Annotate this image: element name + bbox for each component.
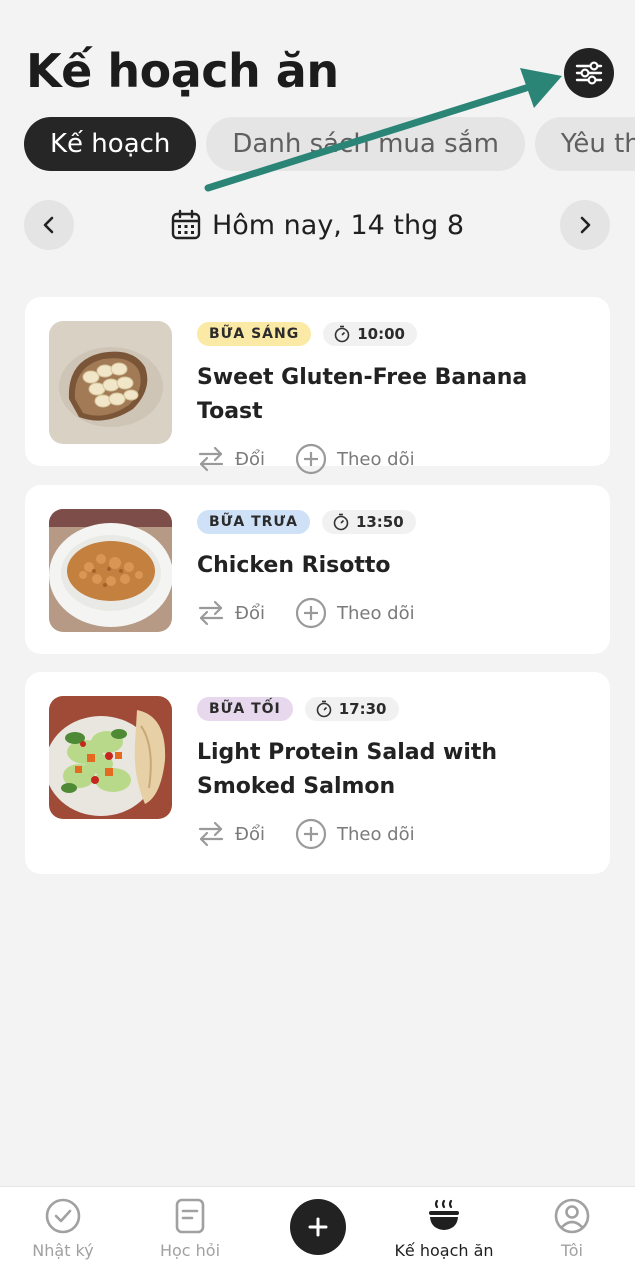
next-day-button[interactable] <box>560 200 610 250</box>
track-label: Theo dõi <box>336 602 415 624</box>
time-badge: 10:00 <box>323 322 417 346</box>
profile-icon <box>554 1198 590 1234</box>
bowl-icon <box>429 1199 459 1230</box>
swap-arrows-icon <box>198 600 224 626</box>
nav-item-diary[interactable]: Nhật ký <box>3 1197 123 1260</box>
plus-circle-icon <box>295 597 327 629</box>
track-button[interactable]: Theo dõi <box>295 443 415 475</box>
meal-card-lunch[interactable]: BỮA TRƯA 13:50 Chicken Risotto Đổi Theo … <box>25 485 610 654</box>
track-label: Theo dõi <box>336 823 415 845</box>
swap-label: Đổi <box>235 602 265 624</box>
document-icon <box>175 1198 205 1234</box>
date-navigator: Hôm nay, 14 thg 8 <box>24 200 610 250</box>
nav-label: Tôi <box>561 1241 583 1260</box>
meal-image-banana-toast <box>49 321 172 444</box>
swap-label: Đổi <box>235 823 265 845</box>
nav-item-profile[interactable]: Tôi <box>512 1197 632 1260</box>
swap-arrows-icon <box>198 821 224 847</box>
bottom-nav-bar: Nhật ký Học hỏi Kế hoạch ăn Tôi <box>0 1186 635 1280</box>
time-badge: 17:30 <box>304 697 399 721</box>
meal-tag: BỮA SÁNG <box>197 322 312 346</box>
nav-label: Kế hoạch ăn <box>394 1241 494 1260</box>
meal-time: 17:30 <box>338 700 387 718</box>
tab-plan[interactable]: Kế hoạch <box>24 117 197 171</box>
chevron-right-icon <box>580 216 591 234</box>
plus-icon <box>308 1217 328 1237</box>
meal-card-breakfast[interactable]: BỮA SÁNG 10:00 Sweet Gluten-Free Banana … <box>25 297 610 475</box>
tab-shopping-list[interactable]: Danh sách mua sắm <box>206 117 525 171</box>
meal-name[interactable]: Sweet Gluten-Free Banana Toast <box>197 361 590 429</box>
swap-arrows-icon <box>198 446 224 472</box>
nav-label: Nhật ký <box>32 1241 94 1260</box>
track-label: Theo dõi <box>336 448 415 470</box>
track-button[interactable]: Theo dõi <box>295 818 415 850</box>
meal-name[interactable]: Chicken Risotto <box>197 549 590 583</box>
meal-image-protein-salad <box>49 696 172 819</box>
sliders-icon <box>575 61 603 85</box>
plus-circle-icon <box>295 443 327 475</box>
track-button[interactable]: Theo dõi <box>295 597 415 629</box>
meal-image-chicken-risotto <box>49 509 172 632</box>
tab-favorites[interactable]: Yêu thí <box>534 117 635 171</box>
add-button[interactable] <box>290 1199 346 1255</box>
date-label: Hôm nay, 14 thg 8 <box>211 209 465 241</box>
nav-item-meal-plan[interactable]: Kế hoạch ăn <box>384 1197 504 1260</box>
time-badge: 13:50 <box>321 510 416 534</box>
nav-item-learn[interactable]: Học hỏi <box>130 1197 250 1260</box>
nav-label: Học hỏi <box>159 1241 221 1260</box>
plus-circle-icon <box>295 818 327 850</box>
stopwatch-icon <box>334 325 350 343</box>
meal-name[interactable]: Light Protein Salad with Smoked Salmon <box>197 736 590 804</box>
stopwatch-icon <box>333 513 349 531</box>
check-circle-icon <box>45 1198 81 1234</box>
date-label-group[interactable]: Hôm nay, 14 thg 8 <box>24 200 610 250</box>
meal-tag: BỮA TỐI <box>197 697 293 721</box>
meal-tag: BỮA TRƯA <box>197 510 310 534</box>
stopwatch-icon <box>316 700 332 718</box>
swap-label: Đổi <box>235 448 265 470</box>
swap-button[interactable]: Đổi <box>197 820 265 848</box>
swap-button[interactable]: Đổi <box>197 599 265 627</box>
filter-button[interactable] <box>564 48 614 98</box>
tab-bar: Kế hoạchDanh sách mua sắmYêu thí <box>24 117 635 173</box>
meal-time: 10:00 <box>357 325 405 343</box>
meal-card-dinner[interactable]: BỮA TỐI 17:30 Light Protein Salad with S… <box>25 672 610 874</box>
page-title: Kế hoạch ăn <box>26 44 339 98</box>
swap-button[interactable]: Đổi <box>197 445 265 473</box>
meal-time: 13:50 <box>355 513 404 531</box>
calendar-icon <box>171 209 201 240</box>
